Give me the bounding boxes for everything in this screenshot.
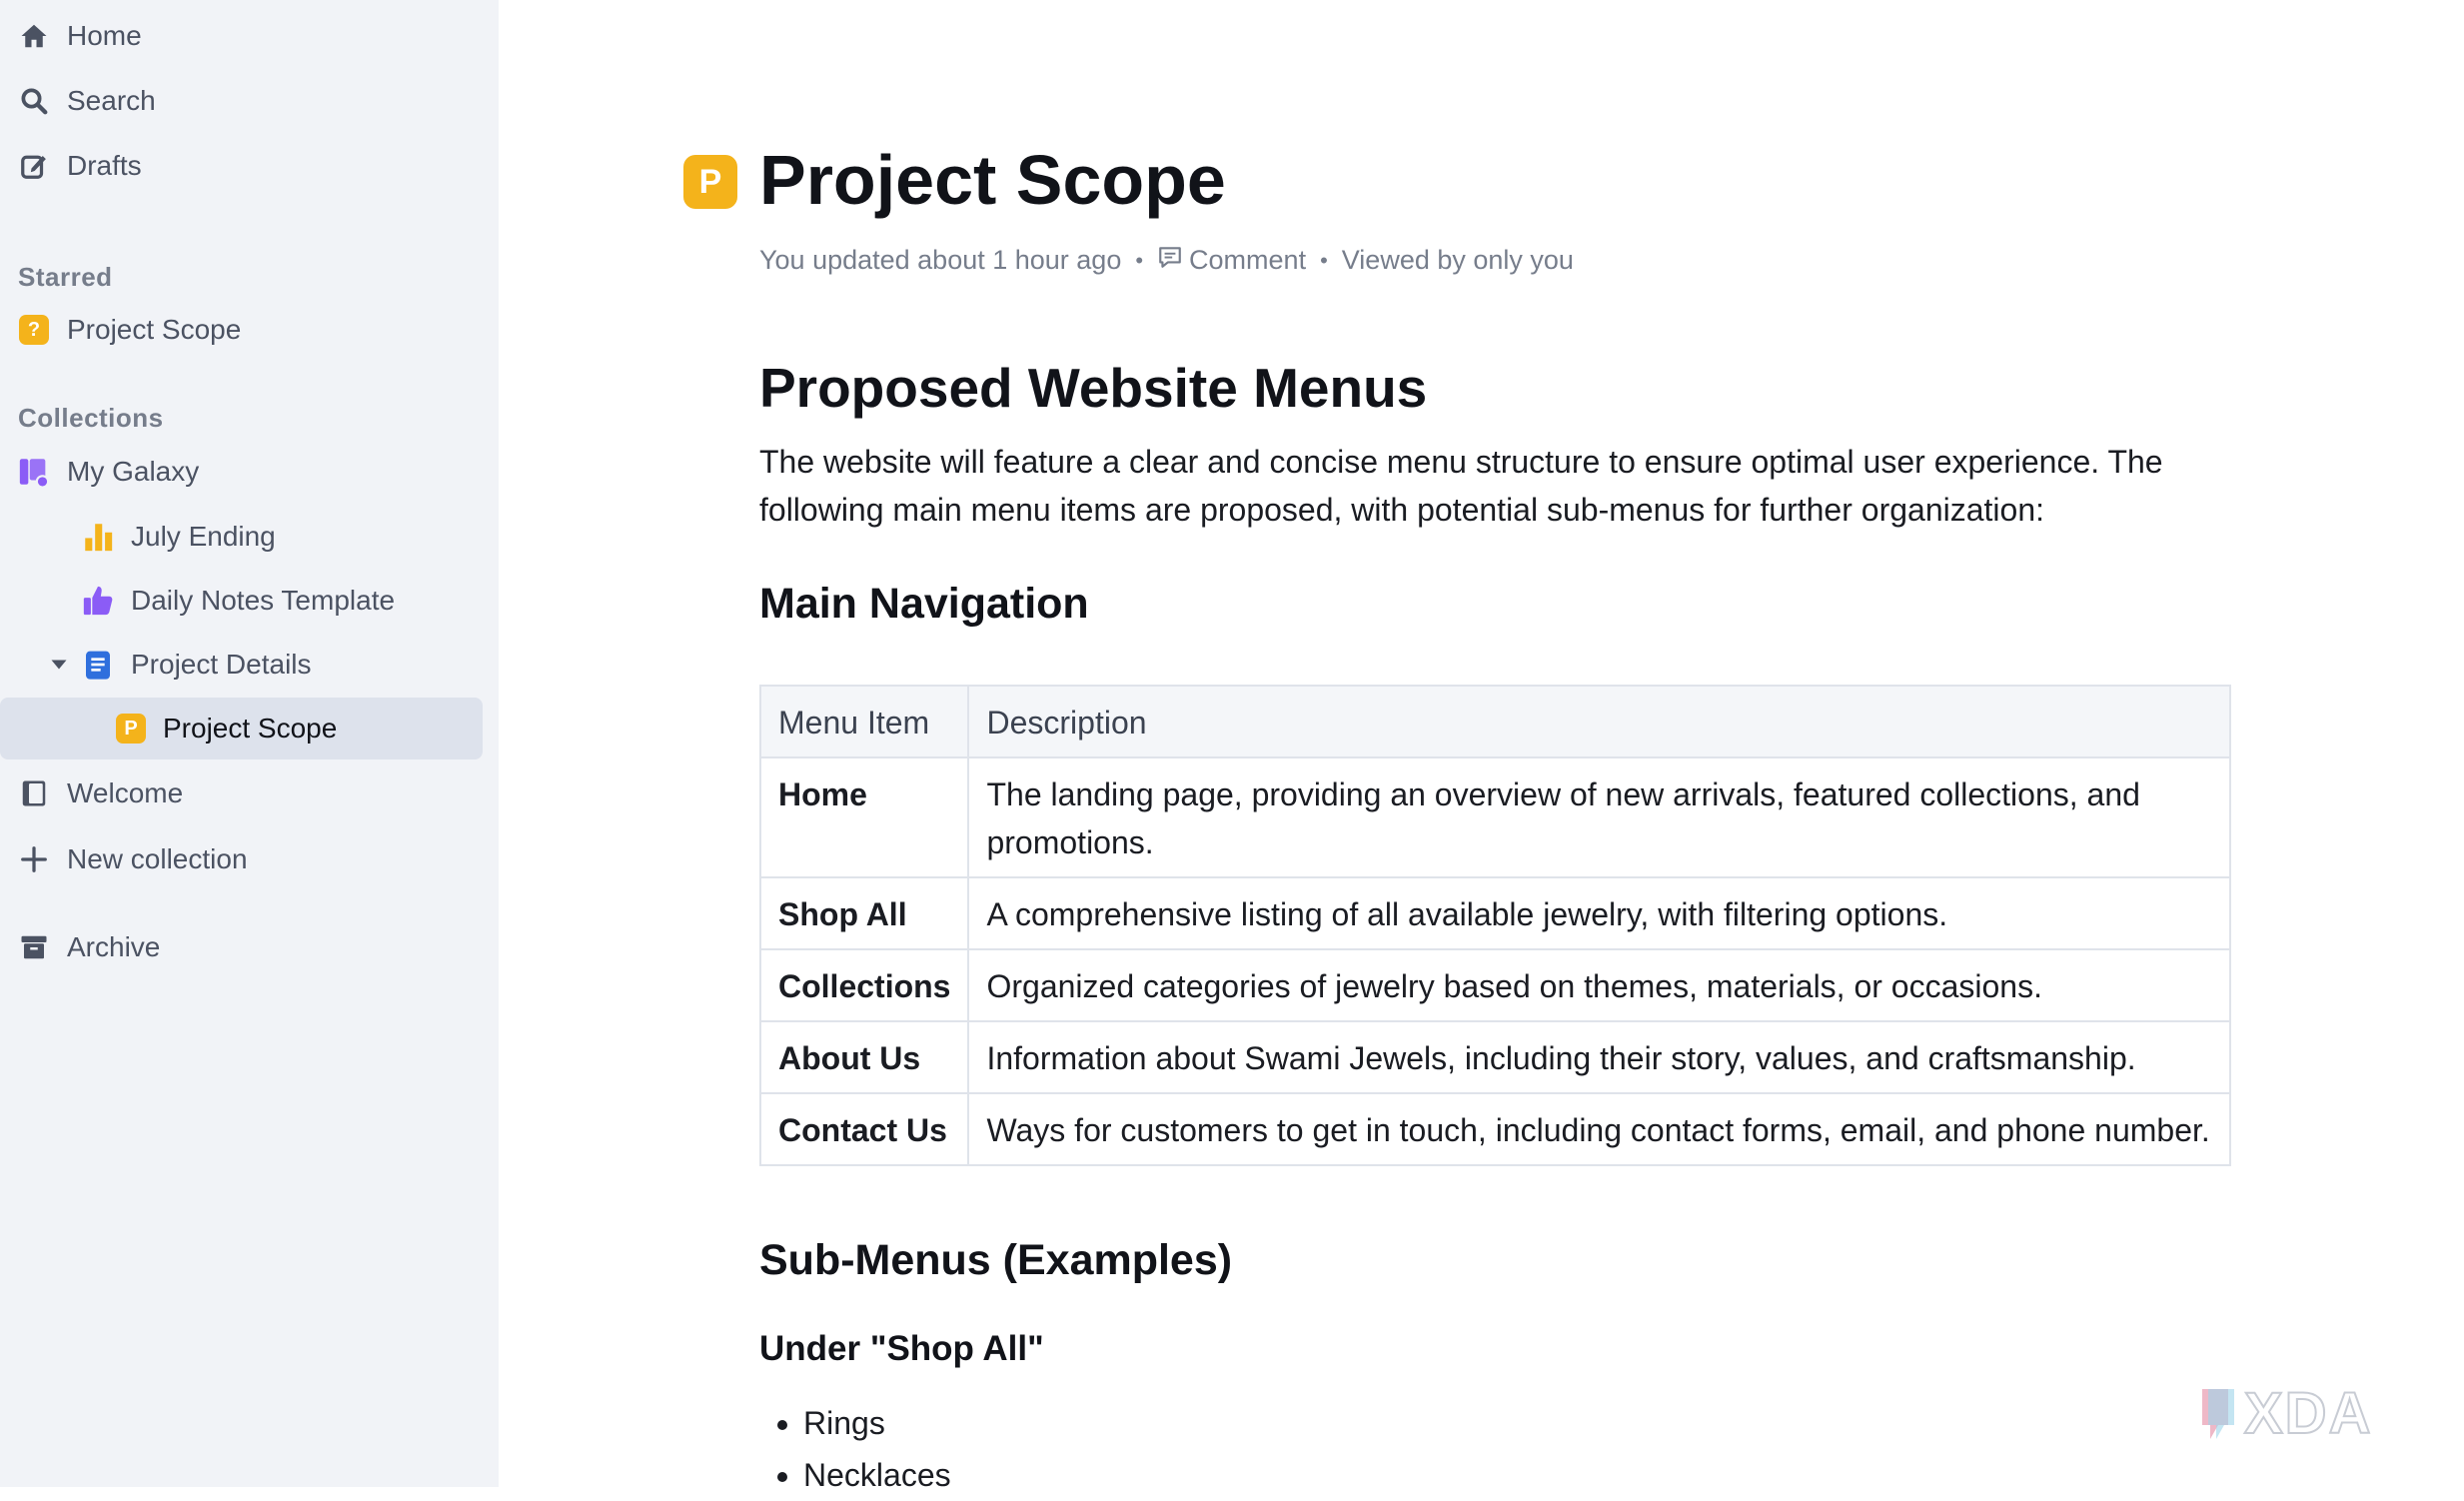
collections-section-title: Collections [18, 403, 164, 433]
sidebar-item-label: My Galaxy [67, 456, 200, 487]
sidebar-item-home[interactable]: Home [0, 5, 482, 67]
starred-section-title: Starred [18, 262, 113, 292]
main-navigation-table: Menu Item Description Home The landing p… [758, 685, 2231, 1166]
table-cell-menu-item: Home [758, 756, 970, 878]
sidebar-item-label: Project Scope [67, 314, 242, 345]
sidebar-item-daily-notes-template[interactable]: Daily Notes Template [0, 570, 482, 632]
table-cell-menu-item: Shop All [758, 876, 970, 950]
sidebar-item-project-details[interactable]: Project Details [0, 634, 482, 696]
comment-link[interactable]: Comment [1189, 245, 1306, 276]
new-collection-button[interactable]: New collection [0, 828, 482, 890]
table-cell-description: Ways for customers to get in touch, incl… [967, 1092, 2231, 1166]
archive-icon [17, 930, 51, 964]
sidebar-item-label: Project Scope [163, 713, 338, 744]
sidebar-item-archive[interactable]: Archive [0, 916, 482, 978]
table-row: Home The landing page, providing an over… [758, 756, 2231, 878]
search-icon [17, 84, 51, 118]
table-row: Contact Us Ways for customers to get in … [758, 1092, 2231, 1166]
sidebar-item-july-ending[interactable]: July Ending [0, 506, 482, 568]
sidebar-item-search[interactable]: Search [0, 70, 482, 132]
meta-separator: • [1320, 247, 1328, 273]
sidebar-item-my-galaxy[interactable]: My Galaxy [0, 441, 482, 503]
page-title[interactable]: Project Scope [759, 140, 1226, 220]
bar-chart-icon [81, 520, 115, 554]
table-cell-description: A comprehensive listing of all available… [967, 876, 2231, 950]
table-header-cell: Description [967, 685, 2231, 758]
sidebar-item-label: Drafts [67, 150, 142, 181]
viewed-by-text[interactable]: Viewed by only you [1342, 245, 1574, 276]
table-cell-description: The landing page, providing an overview … [967, 756, 2231, 878]
bullet-list: Rings Necklaces [759, 1397, 951, 1501]
table-cell-description: Organized categories of jewelry based on… [967, 948, 2231, 1022]
updated-text: You updated about 1 hour ago [759, 245, 1122, 275]
sidebar-item-starred-project-scope[interactable]: ? Project Scope [0, 299, 482, 361]
sub-menus-heading: Sub-Menus (Examples) [759, 1236, 1233, 1284]
intro-paragraph: The website will feature a clear and con… [759, 444, 2163, 528]
table-cell-menu-item: Contact Us [758, 1092, 970, 1166]
sidebar-item-project-scope[interactable]: P Project Scope [0, 698, 483, 759]
sidebar-item-label: New collection [67, 843, 248, 874]
list-item: Rings [803, 1397, 951, 1449]
list-item: Necklaces [803, 1449, 951, 1501]
home-icon [17, 19, 51, 53]
collection-book-icon [17, 455, 51, 489]
thumbs-up-icon [81, 584, 115, 618]
book-icon [17, 776, 51, 810]
main-navigation-heading: Main Navigation [759, 580, 1089, 628]
section-heading: Proposed Website Menus [759, 357, 1428, 419]
table-header-row: Menu Item Description [758, 685, 2231, 758]
sidebar: Home Search Drafts Starred ? Project Sco… [0, 0, 499, 1487]
sidebar-item-label: July Ending [131, 521, 276, 552]
document-emoji-icon[interactable]: P [683, 155, 737, 209]
table-row: About Us Information about Swami Jewels,… [758, 1020, 2231, 1094]
table-header-cell: Menu Item [758, 685, 970, 758]
edit-icon [17, 149, 51, 183]
table-row: Shop All A comprehensive listing of all … [758, 876, 2231, 950]
under-shop-all-heading: Under "Shop All" [759, 1329, 1044, 1368]
sidebar-item-label: Welcome [67, 777, 184, 808]
help-badge-icon: ? [17, 313, 51, 347]
caret-down-icon[interactable] [42, 648, 76, 682]
table-cell-menu-item: Collections [758, 948, 970, 1022]
project-badge-icon: P [114, 712, 148, 746]
comment-icon[interactable] [1157, 244, 1183, 277]
table-row: Collections Organized categories of jewe… [758, 948, 2231, 1022]
sidebar-item-label: Home [67, 20, 142, 51]
sidebar-item-label: Project Details [131, 649, 312, 680]
sidebar-item-drafts[interactable]: Drafts [0, 135, 482, 197]
xda-watermark-logo: XDA [2202, 1380, 2372, 1447]
plus-icon [17, 842, 51, 876]
xda-watermark-text: XDA [2244, 1381, 2372, 1446]
sidebar-item-label: Search [67, 85, 156, 116]
sidebar-item-welcome[interactable]: Welcome [0, 762, 482, 824]
table-cell-menu-item: About Us [758, 1020, 970, 1094]
document-icon [81, 648, 115, 682]
table-cell-description: Information about Swami Jewels, includin… [967, 1020, 2231, 1094]
sidebar-item-label: Archive [67, 931, 161, 962]
sidebar-item-label: Daily Notes Template [131, 585, 396, 616]
meta-separator: • [1135, 247, 1144, 273]
document-meta: You updated about 1 hour ago • Comment •… [759, 244, 1574, 277]
